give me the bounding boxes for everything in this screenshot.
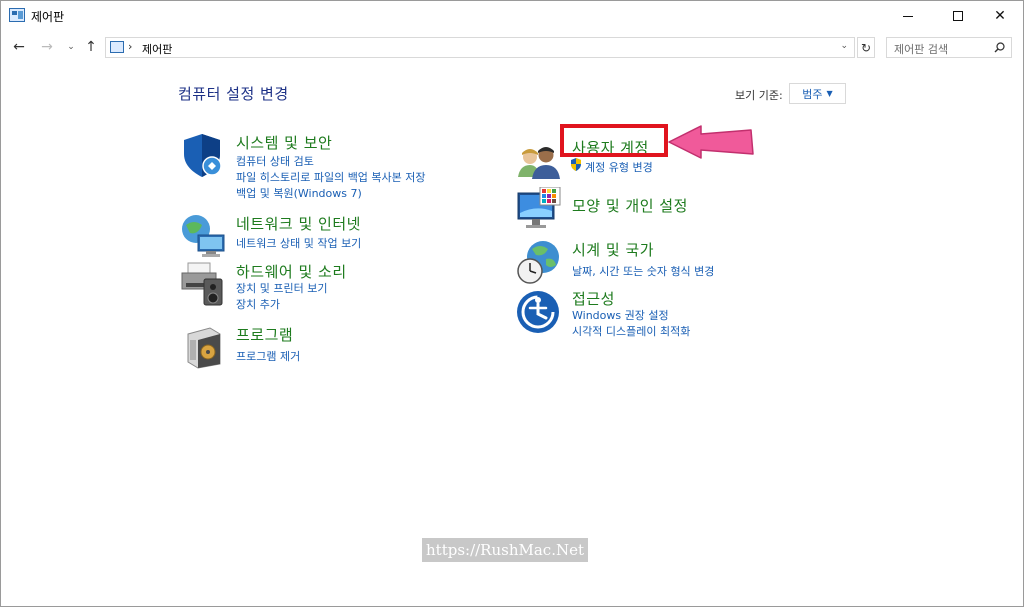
accessibility-icon[interactable] [516,288,562,334]
clock-globe-icon[interactable] [516,239,562,285]
link-network-status-tasks[interactable]: 네트워크 상태 및 작업 보기 [236,235,361,251]
category-ease-of-access: 접근성 Windows 권장 설정 시각적 디스플레이 최적화 [516,288,836,338]
search-placeholder: 제어판 검색 [894,43,949,56]
up-button[interactable]: ↑ [81,38,101,56]
category-title-programs[interactable]: 프로그램 [236,324,293,345]
link-change-account-type[interactable]: 계정 유형 변경 [585,159,653,175]
minimize-icon [903,15,913,17]
close-button[interactable]: ✕ [977,1,1023,31]
network-globe-icon[interactable] [180,213,226,259]
link-date-time-number-format[interactable]: 날짜, 시간 또는 숫자 형식 변경 [572,263,714,279]
program-box-icon[interactable] [180,324,226,370]
page-title: 컴퓨터 설정 변경 [178,85,289,103]
close-icon: ✕ [994,8,1006,24]
refresh-icon: ↻ [860,40,872,55]
category-network-internet: 네트워크 및 인터넷 네트워크 상태 및 작업 보기 [180,213,480,259]
category-title-network-internet[interactable]: 네트워크 및 인터넷 [236,213,361,234]
view-by-label: 보기 기준: [735,89,783,102]
window-title: 제어판 [31,10,65,24]
link-optimize-visual-display[interactable]: 시각적 디스플레이 최적화 [572,323,690,339]
users-icon[interactable] [516,141,562,187]
maximize-icon [953,11,963,21]
category-title-clock-region[interactable]: 시계 및 국가 [572,239,654,260]
shield-icon[interactable] [180,132,226,178]
category-system-security: 시스템 및 보안 컴퓨터 상태 검토 파일 히스토리로 파일의 백업 복사본 저… [180,132,480,202]
search-input[interactable]: 제어판 검색 [886,37,1012,58]
category-title-ease-of-access[interactable]: 접근성 [572,288,615,309]
link-devices-printers[interactable]: 장치 및 프린터 보기 [236,280,327,296]
forward-arrow-icon: → [41,39,53,55]
maximize-button[interactable] [935,1,981,31]
watermark-text: https://RushMac.Net [426,541,584,559]
back-arrow-icon: ← [13,39,25,55]
link-uninstall-program[interactable]: 프로그램 제거 [236,348,300,364]
category-programs: 프로그램 프로그램 제거 [180,324,480,370]
caret-down-icon: ▼ [826,89,833,98]
highlight-box [560,124,668,157]
control-panel-icon [110,41,124,53]
link-add-device[interactable]: 장치 추가 [236,296,280,312]
recent-locations-button[interactable]: ⌄ [61,38,81,56]
navigation-bar: ← → ⌄ ↑ › 제어판 ⌄ ↻ 제어판 검색 [1,31,1023,63]
category-title-system-security[interactable]: 시스템 및 보안 [236,132,332,153]
pointer-arrow-icon [668,125,754,159]
breadcrumb-separator-icon: › [128,40,133,53]
printer-speaker-icon[interactable] [180,261,226,307]
category-appearance-personalization: 모양 및 개인 설정 [516,187,836,233]
back-button[interactable]: ← [9,38,29,56]
watermark: https://RushMac.Net [422,538,588,562]
refresh-button[interactable]: ↻ [857,37,875,58]
category-hardware-sound: 하드웨어 및 소리 장치 및 프린터 보기 장치 추가 [180,261,480,313]
title-bar: 제어판 ✕ [1,1,1023,31]
uac-shield-icon [571,158,581,171]
category-title-appearance-personalization[interactable]: 모양 및 개인 설정 [572,195,688,216]
view-by-dropdown[interactable]: 범주 ▼ [789,83,846,104]
link-windows-recommended-settings[interactable]: Windows 권장 설정 [572,307,669,323]
address-bar[interactable]: › 제어판 ⌄ [105,37,855,58]
search-icon [994,42,1005,53]
chevron-down-icon[interactable]: ⌄ [840,41,848,51]
chevron-down-icon: ⌄ [67,42,75,52]
category-title-hardware-sound[interactable]: 하드웨어 및 소리 [236,261,347,282]
display-palette-icon[interactable] [516,187,562,233]
up-arrow-icon: ↑ [85,39,97,55]
control-panel-window: 제어판 ✕ ← → ⌄ ↑ › 제어판 ⌄ ↻ 제어판 검색 컴퓨터 설정 변경… [0,0,1024,607]
control-panel-icon [9,8,25,22]
category-clock-region: 시계 및 국가 날짜, 시간 또는 숫자 형식 변경 [516,239,836,285]
link-review-computer-status[interactable]: 컴퓨터 상태 검토 [236,153,314,169]
link-backup-restore-win7[interactable]: 백업 및 복원(Windows 7) [236,185,362,201]
breadcrumb-control-panel[interactable]: 제어판 [142,41,172,57]
forward-button[interactable]: → [37,38,57,56]
view-by-value: 범주 [802,87,823,101]
minimize-button[interactable] [885,1,931,31]
link-file-history-backup[interactable]: 파일 히스토리로 파일의 백업 복사본 저장 [236,169,426,185]
